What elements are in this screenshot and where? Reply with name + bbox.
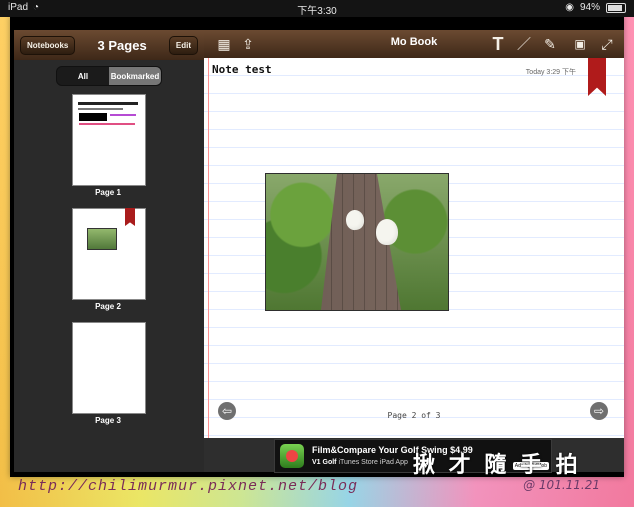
page-thumbnail-2[interactable] xyxy=(72,208,146,300)
note-title: Note test xyxy=(212,63,272,76)
battery-icon xyxy=(606,2,626,13)
sidebar-header: Notebooks 3 Pages Edit xyxy=(14,30,204,60)
ad-app-icon xyxy=(280,444,304,468)
ad-sub-title: V1 Golf xyxy=(312,458,337,466)
page-label-3: Page 3 xyxy=(95,416,121,425)
page-indicator: Page 2 of 3 xyxy=(387,411,441,420)
duck-shape xyxy=(376,219,398,245)
thumbnail-photo xyxy=(87,228,117,250)
thumbnail-text-line xyxy=(79,123,135,125)
note-timestamp: Today 3:29 下午 xyxy=(525,69,576,76)
page-thumbnails: Page 1 Page 2 Page 3 xyxy=(14,94,204,478)
sidebar-title: 3 Pages xyxy=(97,37,147,53)
image-tool-icon[interactable]: ▣ xyxy=(570,34,590,54)
thumbnail-text-line xyxy=(78,108,123,110)
edit-button[interactable]: Edit xyxy=(168,35,198,55)
text-tool-icon[interactable]: T xyxy=(488,34,508,54)
watermark-date: @ 101.11.21 xyxy=(523,478,600,492)
lock-icon: ◉ xyxy=(565,2,574,13)
next-page-icon[interactable]: ⇨ xyxy=(590,402,608,420)
note-page[interactable]: Note test Today 3:29 下午 ⇦ Page 2 of 3 ⇨ xyxy=(204,58,624,438)
thumbnail-text-line xyxy=(110,114,136,116)
page-label-1: Page 1 xyxy=(95,188,121,197)
watermark-url: http://chilimurmur.pixnet.net/blog xyxy=(18,478,359,495)
notebooks-button[interactable]: Notebooks xyxy=(20,35,76,55)
page-thumbnail-1[interactable] xyxy=(72,94,146,186)
battery-percent: 94% xyxy=(579,2,600,13)
fullscreen-icon[interactable]: ⤢ xyxy=(597,34,617,54)
filter-bookmarked[interactable]: Bookmarked xyxy=(109,67,161,85)
filter-all[interactable]: All xyxy=(57,67,109,85)
filter-segmented-control: All Bookmarked xyxy=(56,66,162,86)
page-label-2: Page 2 xyxy=(95,302,121,311)
handwritten-caption: 揪 才 隨 手 拍 xyxy=(413,452,581,478)
highlighter-tool-icon[interactable]: ✎ xyxy=(540,34,560,54)
thumbnail-text-line xyxy=(78,102,138,105)
sidebar: Notebooks 3 Pages Edit All Bookmarked Pa… xyxy=(14,30,204,472)
book-title: Mo Book xyxy=(390,36,438,48)
pen-tool-icon[interactable]: ／ xyxy=(514,34,534,54)
status-time: 下午3:30 xyxy=(297,6,337,17)
bookmark-ribbon-icon xyxy=(125,208,135,226)
inserted-photo[interactable] xyxy=(265,173,449,311)
ad-sub-rest: iTunes Store iPad App xyxy=(336,458,408,466)
thumbnail-drawing xyxy=(79,113,107,121)
status-bar: iPad ◔ 下午3:30 ◉ 94% xyxy=(0,0,634,17)
editor-toolbar: ▦ ⇪ Mo Book T ／ ✎ ▣ ⤢ xyxy=(204,30,624,59)
margin-line xyxy=(208,58,209,438)
page-thumbnail-3[interactable] xyxy=(72,322,146,414)
